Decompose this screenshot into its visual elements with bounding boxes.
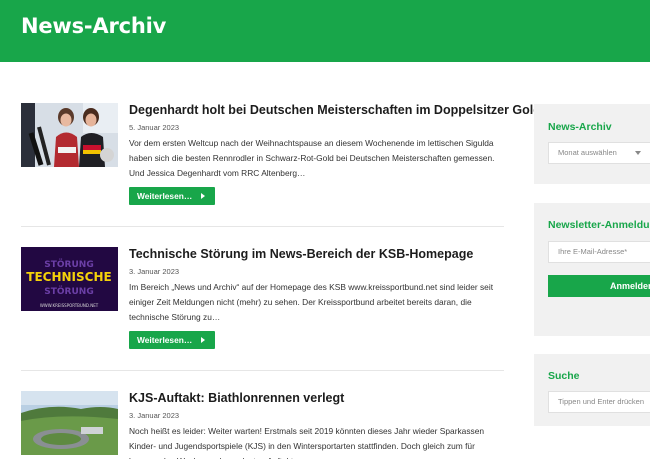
article-item: STÖRUNG TECHNISCHE STÖRUNG WWW.KREISSPOR… [21,247,504,357]
search-widget-title: Suche [548,370,580,382]
article-date: 3. Januar 2023 [129,267,180,276]
newsletter-submit-button[interactable]: Anmelden [548,275,650,297]
newsletter-widget-title: Newsletter-Anmeldung [548,219,650,231]
article-title[interactable]: Degenhardt holt bei Deutschen Meistersch… [129,103,541,117]
read-more-label: Weiterlesen… [137,191,193,201]
thumb-text-main: TECHNISCHE [26,270,111,284]
month-select-value: Monat auswählen [558,148,617,157]
read-more-button[interactable]: Weiterlesen… [129,187,215,205]
newsletter-widget: Newsletter-Anmeldung Ihre E-Mail-Adresse… [534,203,650,336]
article-excerpt: Im Bereich „News und Archiv“ auf der Hom… [129,282,494,322]
thumb-text-top: STÖRUNG [44,259,93,270]
arrow-right-icon [201,337,205,343]
article-title[interactable]: KJS-Auftakt: Biathlonrennen verlegt [129,391,509,405]
article-thumbnail[interactable] [21,391,118,455]
article-date: 5. Januar 2023 [129,123,180,132]
chevron-down-icon [635,151,641,155]
athletes-photo [21,103,118,167]
read-more-button[interactable]: Weiterlesen… [129,331,215,349]
biathlon-venue-photo [21,391,118,455]
search-input-placeholder: Tippen und Enter drücken [558,397,645,406]
article-excerpt: Noch heißt es leider: Weiter warten! Ers… [129,426,485,459]
article-thumbnail[interactable] [21,103,118,167]
article-date: 3. Januar 2023 [129,411,180,420]
search-widget: Suche Tippen und Enter drücken [534,354,650,426]
month-select[interactable]: Monat auswählen [548,142,650,164]
article-divider [21,370,504,371]
search-input[interactable]: Tippen und Enter drücken [548,391,650,413]
article-excerpt: Vor dem ersten Weltcup nach der Weihnach… [129,138,495,178]
thumb-text-footer: WWW.KREISSPORTBUND.NET [40,303,99,308]
article-item: Degenhardt holt bei Deutschen Meistersch… [21,103,541,213]
article-item: KJS-Auftakt: Biathlonrennen verlegt 3. J… [21,391,504,459]
page-title: News-Archiv [21,14,167,38]
arrow-right-icon [201,193,205,199]
article-thumbnail[interactable]: STÖRUNG TECHNISCHE STÖRUNG WWW.KREISSPOR… [21,247,118,311]
read-more-label: Weiterlesen… [137,335,193,345]
technical-error-graphic: STÖRUNG TECHNISCHE STÖRUNG WWW.KREISSPOR… [21,247,118,311]
archive-widget-title: News-Archiv [548,121,612,133]
article-title[interactable]: Technische Störung im News-Bereich der K… [129,247,509,261]
email-field-placeholder: Ihre E-Mail-Adresse* [558,247,628,256]
newsletter-submit-label: Anmelden [610,281,650,291]
thumb-text-bottom: STÖRUNG [44,286,93,297]
archive-widget: News-Archiv Monat auswählen [534,104,650,184]
page-header: News-Archiv [0,0,650,62]
article-divider [21,226,504,227]
email-field[interactable]: Ihre E-Mail-Adresse* [548,241,650,263]
